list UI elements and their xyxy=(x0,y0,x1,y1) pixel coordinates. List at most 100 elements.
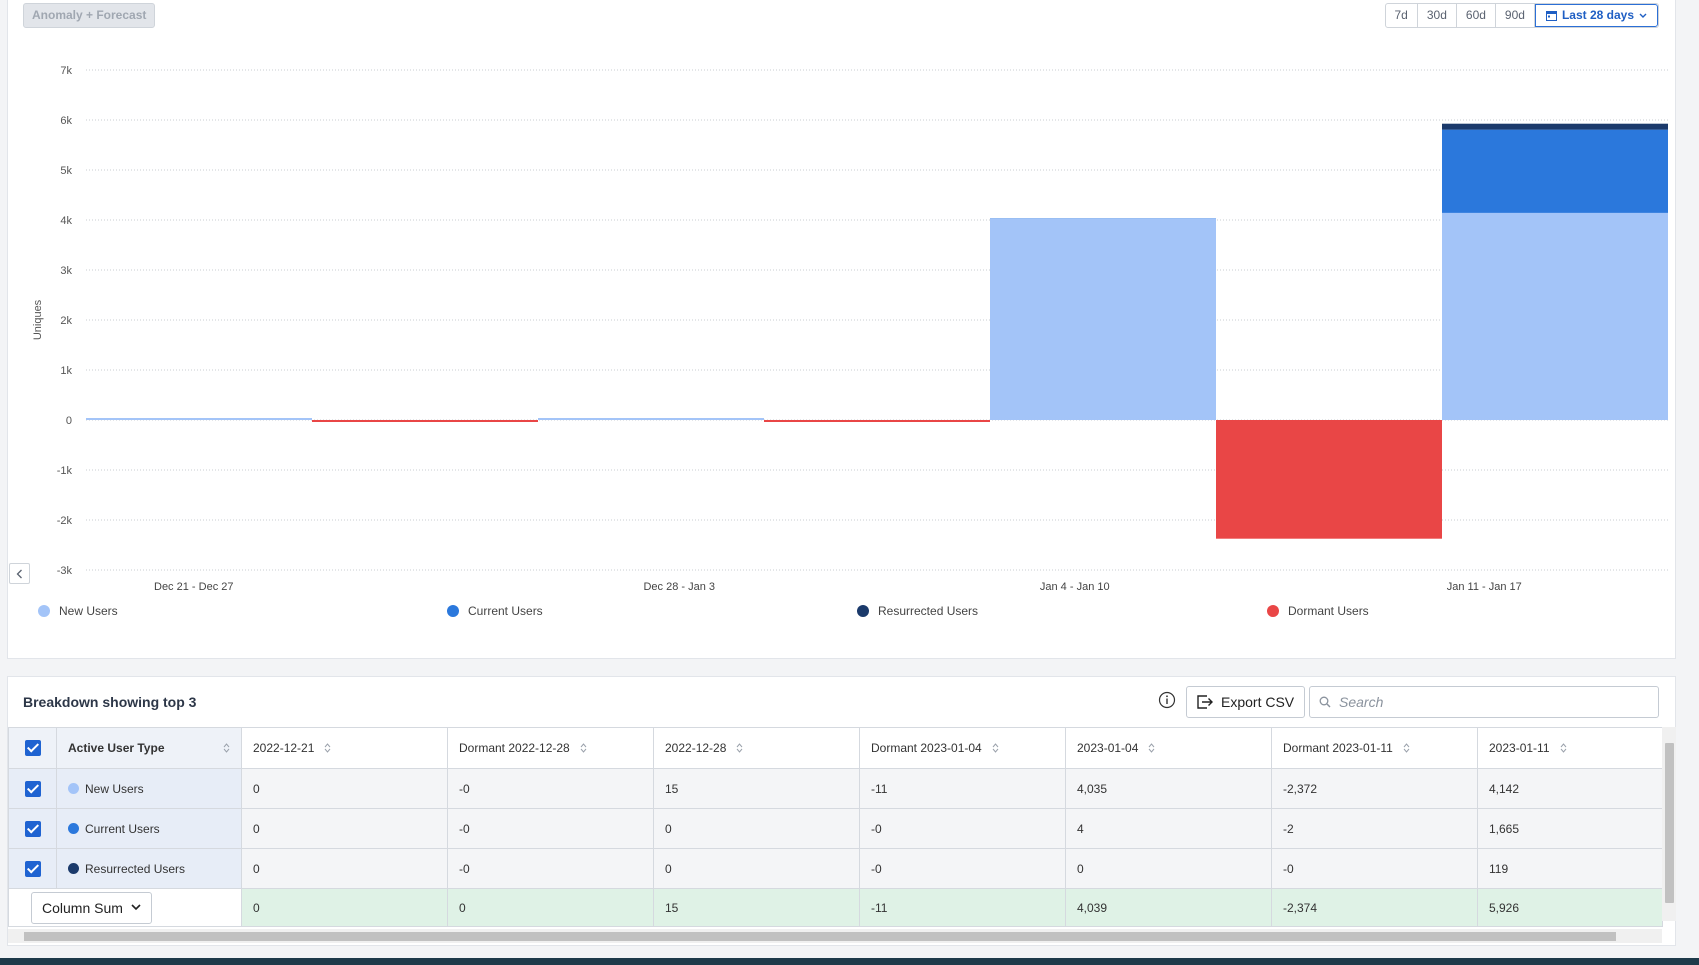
stacked-bar-chart: 7k 6k 5k 4k 3k 2k 1k 0 -1k -2k -3k Uniques Dec 21 - … xyxy=(32,65,1668,593)
legend-item-current-users[interactable]: Current Users xyxy=(447,604,543,618)
legend-item-dormant-users[interactable]: Dormant Users xyxy=(1267,604,1369,618)
search-icon xyxy=(1319,696,1331,708)
footer-bar xyxy=(0,958,1699,965)
column-header-label: 2023-01-04 xyxy=(1077,741,1139,755)
legend-label: New Users xyxy=(59,604,118,618)
column-header-label: Dormant 2022-12-28 xyxy=(459,741,570,755)
column-header[interactable]: Dormant 2023-01-04 xyxy=(859,727,1066,769)
column-header-label: Dormant 2023-01-11 xyxy=(1283,741,1393,755)
series-dot xyxy=(68,783,79,794)
column-sum-dropdown[interactable]: Column Sum xyxy=(31,891,152,924)
chart-legend: New Users Current Users Resurrected User… xyxy=(33,604,1673,624)
column-header[interactable]: 2023-01-04 xyxy=(1065,727,1272,769)
column-header[interactable]: 2023-01-11 xyxy=(1477,727,1663,769)
table-cell: -2,372 xyxy=(1271,768,1478,809)
x-tick-label: Jan 11 - Jan 17 xyxy=(1447,581,1522,593)
sum-cell: 15 xyxy=(653,888,860,927)
y-tick-label: 7k xyxy=(60,65,72,77)
column-header-label: Active User Type xyxy=(68,741,165,755)
legend-item-resurrected-users[interactable]: Resurrected Users xyxy=(857,604,978,618)
y-tick-label: 4k xyxy=(60,215,72,227)
row-label: New Users xyxy=(85,781,144,796)
y-tick-label: 1k xyxy=(60,365,72,377)
column-header[interactable]: Dormant 2023-01-11 xyxy=(1271,727,1478,769)
sum-cell: 0 xyxy=(241,888,448,927)
y-axis-label: Uniques xyxy=(32,299,44,340)
column-header-label: Dormant 2023-01-04 xyxy=(871,741,982,755)
sum-cell: -2,374 xyxy=(1271,888,1478,927)
bar-resurrected-users xyxy=(1442,123,1668,130)
export-csv-label: Export CSV xyxy=(1221,694,1295,710)
row-label-cell: New Users xyxy=(56,768,242,809)
table-cell: 15 xyxy=(653,768,860,809)
table-cell: -2 xyxy=(1271,808,1478,849)
x-tick-label: Dec 21 - Dec 27 xyxy=(154,581,233,593)
table-cell: -0 xyxy=(447,808,654,849)
row-checkbox[interactable] xyxy=(8,808,57,849)
legend-label: Dormant Users xyxy=(1288,604,1369,618)
sum-cell: 5,926 xyxy=(1477,888,1663,927)
column-header-label: 2023-01-11 xyxy=(1489,741,1550,755)
search-placeholder: Search xyxy=(1339,694,1384,710)
sort-icon[interactable] xyxy=(580,743,587,753)
breakdown-title: Breakdown showing top 3 xyxy=(23,694,197,710)
table-cell: -0 xyxy=(447,768,654,809)
select-all-checkbox[interactable] xyxy=(8,727,57,769)
column-header[interactable]: 2022-12-21 xyxy=(241,727,448,769)
table-cell: 0 xyxy=(653,808,860,849)
bar-new-users xyxy=(1442,212,1668,420)
info-icon[interactable] xyxy=(1158,691,1176,709)
table-row: Resurrected Users 0 -0 0 -0 0 -0 119 xyxy=(8,848,1663,889)
table-cell: -11 xyxy=(859,768,1066,809)
bar-current-users xyxy=(1442,129,1668,213)
legend-label: Resurrected Users xyxy=(878,604,979,618)
y-tick-label: 6k xyxy=(60,115,72,127)
column-header[interactable]: Dormant 2022-12-28 xyxy=(447,727,654,769)
search-input[interactable]: Search xyxy=(1309,686,1659,718)
bar-new-users xyxy=(86,418,312,420)
y-tick-label: 2k xyxy=(60,315,72,327)
table-row: New Users 0 -0 15 -11 4,035 -2,372 4,142 xyxy=(8,768,1663,809)
table-cell: -0 xyxy=(1271,848,1478,889)
table-cell: -0 xyxy=(859,848,1066,889)
legend-dot xyxy=(447,605,459,617)
sort-icon[interactable] xyxy=(1148,743,1155,753)
table-row: Current Users 0 -0 0 -0 4 -2 1,665 xyxy=(8,808,1663,849)
table-cell: 0 xyxy=(653,848,860,889)
horizontal-scrollbar[interactable] xyxy=(8,929,1662,943)
export-icon xyxy=(1197,695,1213,709)
column-header[interactable]: 2022-12-28 xyxy=(653,727,860,769)
legend-dot xyxy=(38,605,50,617)
table-cell: 0 xyxy=(241,768,448,809)
legend-item-new-users[interactable]: New Users xyxy=(38,604,118,618)
column-sum-label: Column Sum xyxy=(42,899,123,916)
column-header-active-user-type[interactable]: Active User Type xyxy=(56,727,242,769)
sort-icon[interactable] xyxy=(992,743,999,753)
y-tick-label: 3k xyxy=(60,265,72,277)
row-checkbox[interactable] xyxy=(8,848,57,889)
breakdown-table: Active User Type 2022-12-21 Dormant 2022… xyxy=(8,727,1663,927)
sum-select-cell: Column Sum xyxy=(8,888,242,927)
bar-dormant-users xyxy=(312,420,538,422)
vertical-scrollbar[interactable] xyxy=(1662,727,1676,921)
sort-icon[interactable] xyxy=(1560,743,1567,753)
bar-new-users xyxy=(538,418,764,420)
row-label: Resurrected Users xyxy=(85,861,186,876)
sum-cell: 0 xyxy=(447,888,654,927)
table-cell: 1,665 xyxy=(1477,808,1663,849)
breakdown-panel: Breakdown showing top 3 Export CSV Searc… xyxy=(7,676,1676,946)
sort-icon[interactable] xyxy=(223,743,230,753)
y-tick-label: -3k xyxy=(57,565,73,577)
chevron-down-icon xyxy=(131,904,141,911)
scrollbar-thumb[interactable] xyxy=(24,932,1616,941)
collapse-sidebar-button[interactable] xyxy=(9,563,30,584)
row-label-cell: Resurrected Users xyxy=(56,848,242,889)
table-cell: 4,142 xyxy=(1477,768,1663,809)
row-checkbox[interactable] xyxy=(8,768,57,809)
sort-icon[interactable] xyxy=(736,743,743,753)
sort-icon[interactable] xyxy=(1403,743,1410,753)
chevron-left-icon xyxy=(16,569,22,578)
scrollbar-thumb[interactable] xyxy=(1665,743,1674,903)
sort-icon[interactable] xyxy=(324,743,331,753)
export-csv-button[interactable]: Export CSV xyxy=(1186,686,1306,718)
